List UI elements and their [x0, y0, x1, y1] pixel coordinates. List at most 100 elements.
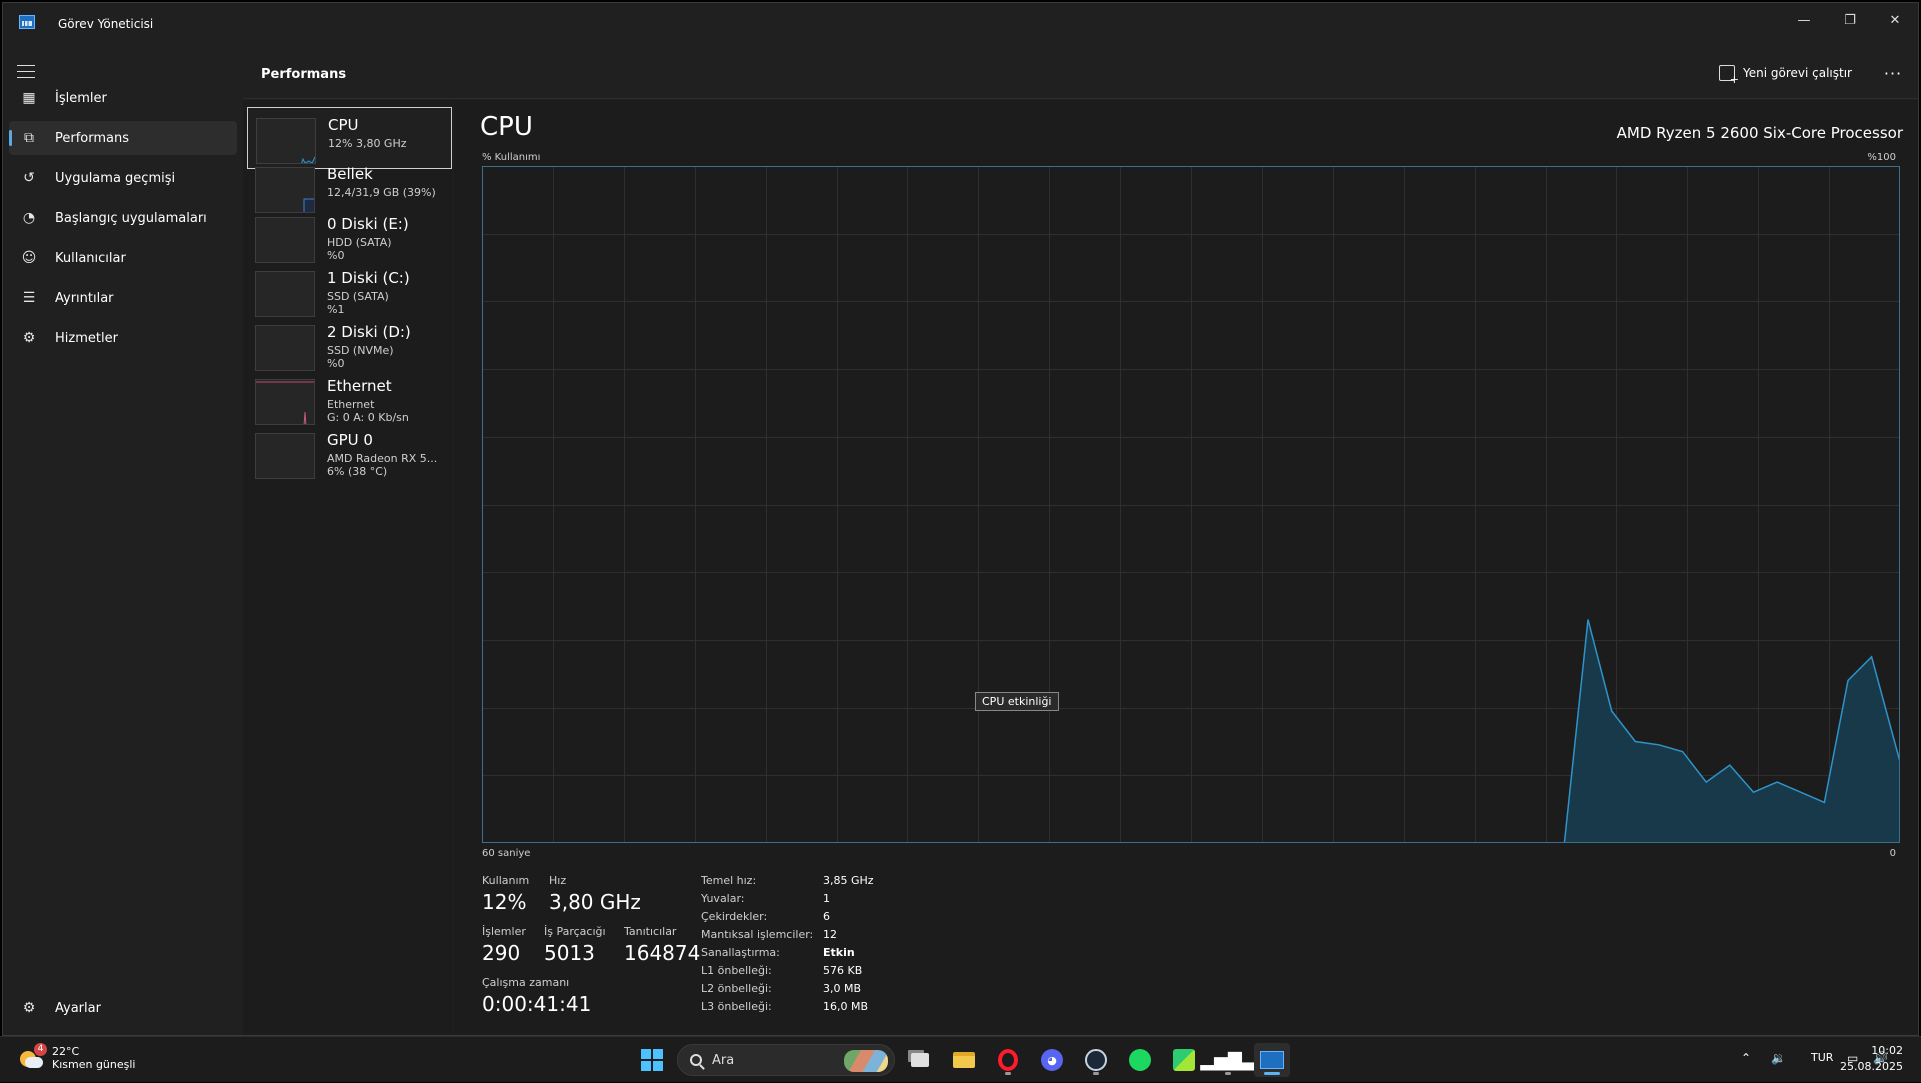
y-axis-label: % Kullanımı: [482, 152, 540, 163]
cpu-usage-graph: [482, 166, 1900, 843]
file-explorer-button[interactable]: [946, 1043, 982, 1077]
device-name: 2 Diski (D:): [327, 323, 411, 341]
settings-button[interactable]: ⚙ Ayarlar: [9, 991, 237, 1025]
device-thumbnail: [255, 433, 315, 479]
sidebar-item-users[interactable]: ☺ Kullanıcılar: [9, 241, 237, 275]
speed-label: Hız: [549, 874, 566, 887]
clock[interactable]: 10:02 25.08.2025: [1840, 1043, 1903, 1075]
restore-icon: ❐: [1844, 13, 1856, 28]
spec-key: Temel hız:: [701, 874, 756, 887]
services-icon: ⚙: [19, 328, 39, 348]
device-detail: 12,4/31,9 GB (39%): [327, 186, 436, 199]
input-language[interactable]: TUR: [1811, 1051, 1833, 1064]
device-detail: Ethernet: [327, 398, 374, 411]
restore-button[interactable]: ❐: [1827, 3, 1873, 37]
device-disk-c[interactable]: 1 Diski (C:) SSD (SATA) %1: [247, 261, 452, 323]
task-manager-icon: [1260, 1051, 1284, 1069]
spec-value: Etkin: [823, 946, 855, 959]
sidebar-item-label: Ayrıntılar: [55, 291, 114, 306]
audio-graph-button[interactable]: ▂▅▇▃: [1210, 1043, 1246, 1077]
spec-key: Yuvalar:: [701, 892, 745, 905]
search-label: Ara: [712, 1053, 734, 1068]
device-detail: 12% 3,80 GHz: [328, 137, 407, 150]
settings-label: Ayarlar: [55, 1001, 101, 1016]
opera-button[interactable]: [990, 1043, 1026, 1077]
device-list: CPU 12% 3,80 GHz Bellek 12,4/31,9 GB (39…: [243, 100, 453, 1035]
task-view-button[interactable]: [902, 1043, 938, 1077]
close-button[interactable]: ✕: [1872, 3, 1918, 37]
threads-label: İş Parçacığı: [544, 925, 606, 938]
usage-label: Kullanım: [482, 874, 529, 887]
discord-button[interactable]: ◕: [1034, 1043, 1070, 1077]
task-manager-taskbar-button[interactable]: [1254, 1043, 1290, 1077]
spec-key: Çekirdekler:: [701, 910, 767, 923]
task-manager-app-icon: [19, 15, 35, 29]
sidebar-item-startup-apps[interactable]: ◔ Başlangıç uygulamaları: [9, 201, 237, 235]
app-green-button[interactable]: [1166, 1043, 1202, 1077]
device-gpu[interactable]: GPU 0 AMD Radeon RX 5... 6% (38 °C): [247, 423, 452, 485]
partly-sunny-icon: 4: [18, 1045, 44, 1071]
sidebar-item-processes[interactable]: ▦ İşlemler: [9, 81, 237, 115]
device-thumbnail: [255, 271, 315, 317]
x-axis-right-label: 0: [1890, 848, 1896, 859]
minimize-icon: —: [1798, 13, 1811, 28]
more-options-button[interactable]: ···: [1878, 61, 1908, 85]
graph-grid: [482, 166, 1900, 843]
sidebar-item-app-history[interactable]: ↺ Uygulama geçmişi: [9, 161, 237, 195]
y-axis-max-label: %100: [1867, 152, 1896, 163]
speaker-icon[interactable]: 🔉: [1771, 1051, 1786, 1065]
taskbar-search[interactable]: Ara: [677, 1044, 895, 1076]
notification-badge: 4: [34, 1043, 47, 1056]
x-axis-left-label: 60 saniye: [482, 848, 530, 859]
spec-value: 1: [823, 892, 830, 905]
task-view-icon: [911, 1053, 929, 1067]
weather-temperature: 22°C: [52, 1045, 136, 1058]
sidebar-item-label: Hizmetler: [55, 331, 118, 346]
device-name: Ethernet: [327, 377, 392, 395]
page-header: Performans Yeni görevi çalıştır ···: [243, 47, 1918, 99]
weather-widget[interactable]: 4 22°C Kısmen güneşli: [18, 1045, 136, 1071]
more-icon: ···: [1884, 64, 1902, 83]
spec-value: 3,85 GHz: [823, 874, 874, 887]
sidebar-item-performance[interactable]: ⧉ Performans: [9, 121, 237, 155]
device-disk-d[interactable]: 2 Diski (D:) SSD (NVMe) %0: [247, 315, 452, 377]
spec-key: L3 önbelleği:: [701, 1000, 772, 1013]
spec-value: 3,0 MB: [823, 982, 861, 995]
graph-series: [1564, 620, 1900, 844]
speed-value: 3,80 GHz: [549, 890, 641, 914]
discord-icon: ◕: [1041, 1049, 1063, 1071]
cpu-model-name: AMD Ryzen 5 2600 Six-Core Processor: [1617, 124, 1903, 142]
device-detail: SSD (NVMe): [327, 344, 394, 357]
sidebar-item-details[interactable]: ☰ Ayrıntılar: [9, 281, 237, 315]
title-bar: Görev Yöneticisi ❐ — ✕: [3, 3, 1918, 47]
threads-value: 5013: [544, 941, 595, 965]
spec-key: L1 önbelleği:: [701, 964, 772, 977]
run-new-task-label: Yeni görevi çalıştır: [1743, 66, 1852, 80]
sidebar-item-services[interactable]: ⚙ Hizmetler: [9, 321, 237, 355]
taskbar: 4 22°C Kısmen güneşli Ara ◕ ▂▅▇▃: [0, 1036, 1921, 1082]
audio-graph-icon: ▂▅▇▃: [1200, 1050, 1255, 1071]
search-highlight-image: [844, 1050, 888, 1072]
sidebar: ▦ İşlemler ⧉ Performans ↺ Uygulama geçmi…: [3, 47, 243, 1035]
start-button[interactable]: [634, 1043, 670, 1077]
device-detail: AMD Radeon RX 5...: [327, 452, 437, 465]
minimize-button[interactable]: —: [1781, 3, 1827, 37]
page-title: Performans: [261, 67, 346, 82]
device-disk-e[interactable]: 0 Diski (E:) HDD (SATA) %0: [247, 207, 452, 269]
steam-button[interactable]: [1078, 1043, 1114, 1077]
show-hidden-icons-chevron-up-icon[interactable]: ⌃: [1741, 1051, 1751, 1065]
device-ethernet[interactable]: Ethernet Ethernet G: 0 A: 0 Kb/sn: [247, 369, 452, 431]
gear-icon: ⚙: [19, 998, 39, 1018]
cpu-usage-area: [1564, 620, 1900, 843]
performance-icon: ⧉: [19, 128, 39, 148]
spec-key: L2 önbelleği:: [701, 982, 772, 995]
spec-key: Mantıksal işlemciler:: [701, 928, 813, 941]
sidebar-item-label: Başlangıç uygulamaları: [55, 211, 207, 226]
device-thumbnail: [255, 325, 315, 371]
menu-toggle-icon[interactable]: [17, 65, 35, 79]
spotify-button[interactable]: [1122, 1043, 1158, 1077]
windows-start-icon: [641, 1049, 663, 1071]
device-thumbnail: [255, 379, 315, 425]
spec-value: 16,0 MB: [823, 1000, 868, 1013]
run-new-task-button[interactable]: Yeni görevi çalıştır: [1719, 65, 1852, 81]
